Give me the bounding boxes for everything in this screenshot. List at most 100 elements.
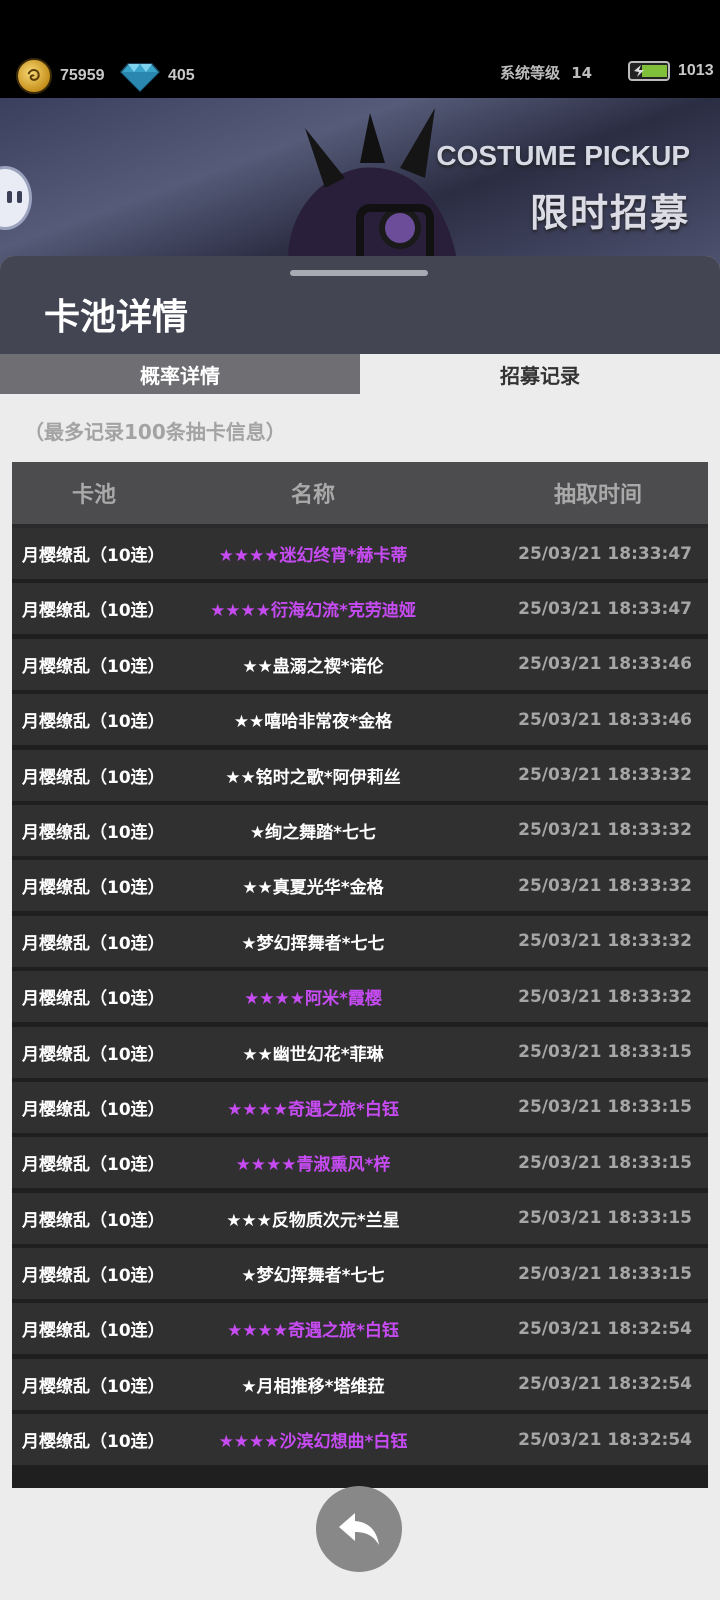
cell-name: ★梦幻挥舞者*七七 (241, 933, 385, 954)
cell-time: 25/03/21 18:33:47 (518, 598, 692, 619)
cell-pool: 月樱缭乱（10连） (22, 546, 165, 566)
table-row: 月樱缭乱（10连） ★梦幻挥舞者*七七 25/03/21 18:33:15 (12, 1248, 708, 1300)
cell-name: ★★★反物质次元*兰星 (226, 1210, 400, 1231)
table-row: 月樱缭乱（10连） ★绚之舞踏*七七 25/03/21 18:33:32 (12, 804, 708, 856)
sheet-header: 卡池详情 (0, 256, 720, 354)
cell-name: ★★★★沙滨幻想曲*白钰 (218, 1432, 408, 1453)
table-row: 月樱缭乱（10连） ★★★★阿米*霞樱 25/03/21 18:33:32 (12, 971, 708, 1023)
back-arrow-icon (339, 1513, 379, 1545)
tab-probability[interactable]: 概率详情 (0, 354, 360, 394)
energy-counter: 1013 (628, 60, 714, 82)
cell-pool: 月樱缭乱（10连） (22, 1432, 165, 1453)
cell-pool: 月樱缭乱（10连） (22, 822, 165, 843)
cell-name: ★★★★迷幻终宵*赫卡蒂 (218, 546, 408, 566)
system-level-value: 14 (571, 64, 593, 82)
cell-name: ★★★★青淑熏风*梓 (235, 1155, 391, 1176)
cell-time: 25/03/21 18:33:15 (518, 1263, 692, 1284)
cell-name: ★★铭时之歌*阿伊莉丝 (225, 767, 401, 788)
cell-pool: 月樱缭乱（10连） (22, 933, 165, 954)
table-body: 月樱缭乱（10连） ★★★★迷幻终宵*赫卡蒂 25/03/21 18:33:47 月樱… (12, 528, 708, 1466)
record-limit-note: （最多记录100条抽卡信息） (24, 420, 286, 444)
table-row: 月樱缭乱（10连） ★★真夏光华*金格 25/03/21 18:33:32 (12, 860, 708, 912)
cell-pool: 月樱缭乱（10连） (22, 1155, 165, 1176)
cell-pool: 月樱缭乱（10连） (22, 989, 165, 1010)
pool-details-sheet: 卡池详情 概率详情 招募记录 （最多记录100条抽卡信息） 卡池 名称 抽取时间… (0, 256, 720, 1600)
energy-value: 1013 (678, 62, 714, 79)
banner-title-cn: 限时招募 (529, 191, 690, 235)
cell-time: 25/03/21 18:32:54 (518, 1374, 692, 1395)
tab-bar: 概率详情 招募记录 (0, 354, 720, 394)
event-banner[interactable]: COSTUME PICKUP 限时招募 (0, 98, 720, 268)
cell-pool: 月樱缭乱（10连） (22, 601, 165, 622)
cell-time: 25/03/21 18:33:32 (518, 765, 692, 786)
table-row: 月樱缭乱（10连） ★★★★迷幻终宵*赫卡蒂 25/03/21 18:33:47 (12, 528, 708, 579)
cell-pool: 月樱缭乱（10连） (22, 712, 165, 733)
coin-counter: 75959 (16, 58, 105, 94)
cell-time: 25/03/21 18:33:46 (518, 709, 692, 730)
system-level: 系统等级 14 (500, 62, 592, 83)
cell-time: 25/03/21 18:33:32 (518, 931, 692, 952)
cell-pool: 月樱缭乱（10连） (22, 1099, 165, 1120)
table-row: 月樱缭乱（10连） ★★幽世幻花*菲琳 25/03/21 18:33:15 (12, 1026, 708, 1078)
cell-name: ★梦幻挥舞者*七七 (241, 1266, 385, 1287)
cell-time: 25/03/21 18:33:15 (518, 1042, 692, 1063)
character-art (288, 108, 459, 268)
battery-icon (628, 61, 670, 81)
cell-pool: 月樱缭乱（10连） (22, 1376, 165, 1397)
gem-value: 405 (168, 67, 195, 84)
cell-pool: 月樱缭乱（10连） (22, 767, 165, 788)
cell-pool: 月樱缭乱（10连） (22, 1044, 165, 1065)
cell-name: ★★嘻哈非常夜*金格 (233, 712, 393, 733)
mascot-button[interactable] (0, 166, 32, 230)
table-row: 月樱缭乱（10连） ★★★★奇遇之旅*白钰 25/03/21 18:33:15 (12, 1081, 708, 1133)
table-row: 月樱缭乱（10连） ★★★★奇遇之旅*白钰 25/03/21 18:32:54 (12, 1303, 708, 1355)
cell-name: ★绚之舞踏*七七 (249, 822, 377, 843)
cell-name: ★★★★阿米*霞樱 (244, 989, 382, 1010)
cell-time: 25/03/21 18:32:54 (518, 1318, 692, 1339)
cell-name: ★★★★奇遇之旅*白钰 (227, 1321, 399, 1342)
tab-recruit-records[interactable]: 招募记录 (360, 354, 720, 394)
system-level-label: 系统等级 (500, 64, 561, 82)
gem-counter: 405 (120, 58, 195, 94)
table-row: 月樱缭乱（10连） ★★★★沙滨幻想曲*白钰 25/03/21 18:32:54 (12, 1414, 708, 1466)
cell-name: ★★真夏光华*金格 (242, 878, 384, 899)
cell-pool: 月樱缭乱（10连） (22, 1266, 165, 1287)
cell-name: ★★★★奇遇之旅*白钰 (227, 1099, 399, 1120)
cell-time: 25/03/21 18:33:15 (518, 1097, 692, 1118)
cell-name: ★★蛊溺之禊*诺伦 (242, 656, 384, 677)
diamond-icon (120, 63, 160, 92)
table-row: 月樱缭乱（10连） ★★★★衍海幻流*克劳迪娅 25/03/21 18:33:47 (12, 583, 708, 635)
column-header-time: 抽取时间 (553, 483, 642, 508)
cell-time: 25/03/21 18:33:15 (518, 1152, 692, 1173)
banner-title-en: COSTUME PICKUP (436, 140, 690, 171)
cell-time: 25/03/21 18:32:54 (518, 1429, 692, 1450)
cell-name: ★月相推移*塔维菈 (241, 1376, 385, 1397)
cell-time: 25/03/21 18:33:32 (518, 986, 692, 1007)
cell-time: 25/03/21 18:33:46 (518, 654, 692, 675)
column-header-pool: 卡池 (72, 483, 117, 508)
table-row: 月樱缭乱（10连） ★★蛊溺之禊*诺伦 25/03/21 18:33:46 (12, 638, 708, 690)
cell-pool: 月樱缭乱（10连） (22, 878, 165, 899)
status-bar: 75959 405 系统等级 14 1013 (0, 0, 720, 98)
table-row: 月樱缭乱（10连） ★★嘻哈非常夜*金格 25/03/21 18:33:46 (12, 694, 708, 746)
cell-name: ★★幽世幻花*菲琳 (242, 1044, 384, 1065)
cell-pool: 月樱缭乱（10连） (22, 656, 165, 677)
cell-time: 25/03/21 18:33:32 (518, 875, 692, 896)
cell-time: 25/03/21 18:33:15 (518, 1208, 692, 1229)
back-button[interactable] (316, 1486, 402, 1572)
table-row: 月樱缭乱（10连） ★月相推移*塔维菈 25/03/21 18:32:54 (12, 1358, 708, 1410)
coin-value: 75959 (60, 67, 105, 84)
cell-time: 25/03/21 18:33:47 (518, 543, 692, 564)
table-row: 月樱缭乱（10连） ★梦幻挥舞者*七七 25/03/21 18:33:32 (12, 915, 708, 967)
drag-handle[interactable] (290, 270, 428, 276)
cell-pool: 月樱缭乱（10连） (22, 1321, 165, 1342)
coin-icon (16, 58, 52, 94)
cell-name: ★★★★衍海幻流*克劳迪娅 (210, 601, 416, 622)
records-table[interactable]: 卡池 名称 抽取时间 月樱缭乱（10连） ★★★★迷幻终宵*赫卡蒂 25/03/21… (12, 462, 708, 1488)
table-row: 月樱缭乱（10连） ★★铭时之歌*阿伊莉丝 25/03/21 18:33:32 (12, 749, 708, 801)
sheet-title: 卡池详情 (44, 297, 189, 338)
table-row: 月樱缭乱（10连） ★★★★青淑熏风*梓 25/03/21 18:33:15 (12, 1137, 708, 1189)
table-header: 卡池 名称 抽取时间 (12, 462, 708, 528)
cell-pool: 月樱缭乱（10连） (22, 1210, 165, 1231)
table-row: 月樱缭乱（10连） ★★★反物质次元*兰星 25/03/21 18:33:15 (12, 1192, 708, 1244)
